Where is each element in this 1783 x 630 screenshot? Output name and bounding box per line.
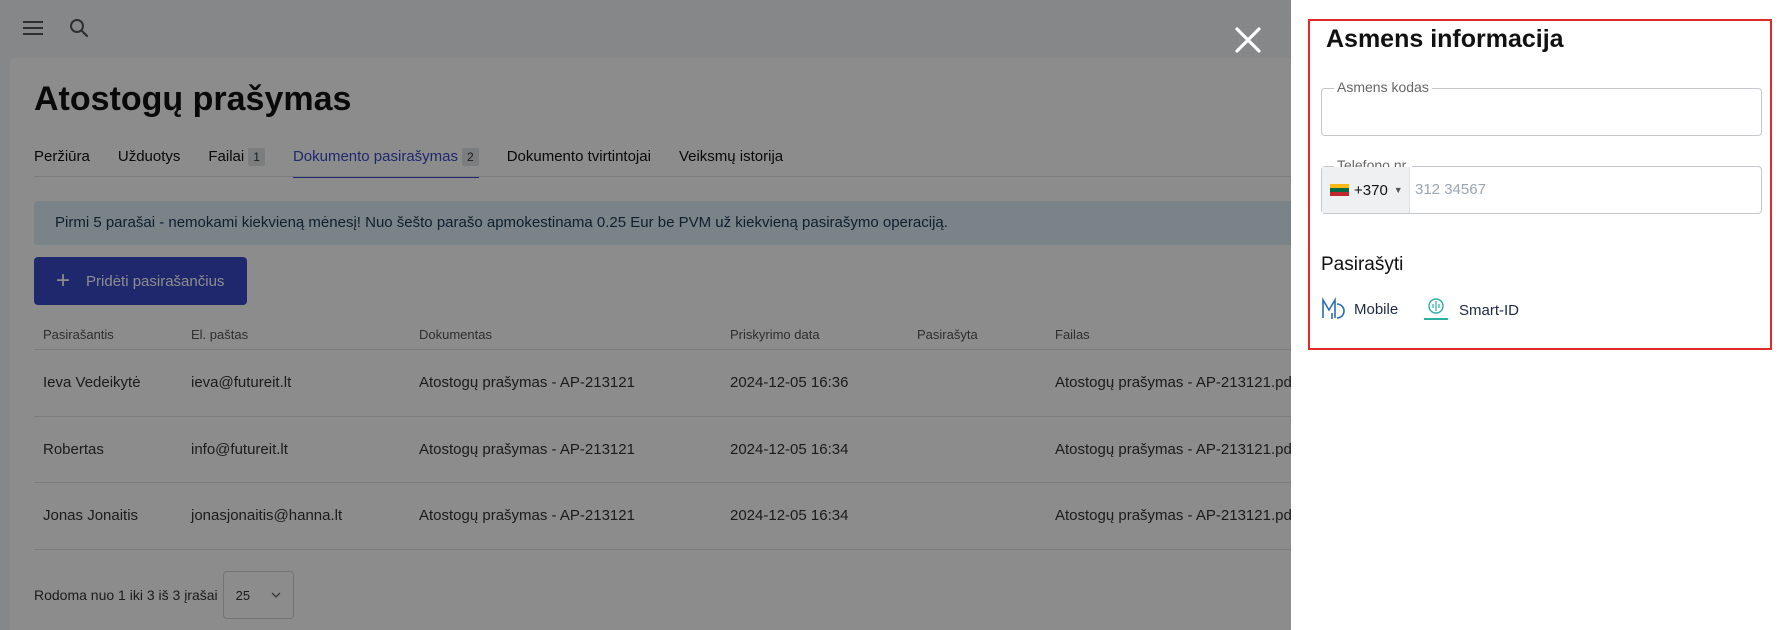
- sign-with-mobile-id-button[interactable]: Mobile: [1320, 296, 1398, 322]
- smart-id-icon: [1424, 298, 1448, 320]
- phone-input[interactable]: 312 34567: [1415, 167, 1486, 213]
- sign-with-smart-id-button[interactable]: Smart-ID: [1421, 296, 1519, 324]
- close-icon[interactable]: [1232, 24, 1264, 56]
- mobile-id-icon: [1322, 297, 1345, 319]
- personal-code-label: Asmens kodas: [1334, 79, 1432, 95]
- sign-section-title: Pasirašyti: [1321, 254, 1404, 275]
- caret-down-icon: ▼: [1393, 185, 1403, 195]
- country-code-value: +370: [1354, 181, 1388, 199]
- phone-field[interactable]: Telefono nr. +370 ▼ 312 34567: [1321, 157, 1762, 214]
- lithuania-flag-icon: [1330, 183, 1349, 197]
- country-code-select[interactable]: +370 ▼: [1322, 167, 1410, 213]
- personal-code-field[interactable]: Asmens kodas: [1321, 79, 1762, 136]
- panel-title: Asmens informacija: [1326, 25, 1564, 53]
- smart-id-option-label: Smart-ID: [1459, 301, 1519, 319]
- modal-backdrop[interactable]: [0, 0, 1291, 630]
- mobile-option-label: Mobile: [1354, 300, 1399, 318]
- person-info-panel: Asmens informacija Asmens kodas Telefono…: [1291, 0, 1783, 630]
